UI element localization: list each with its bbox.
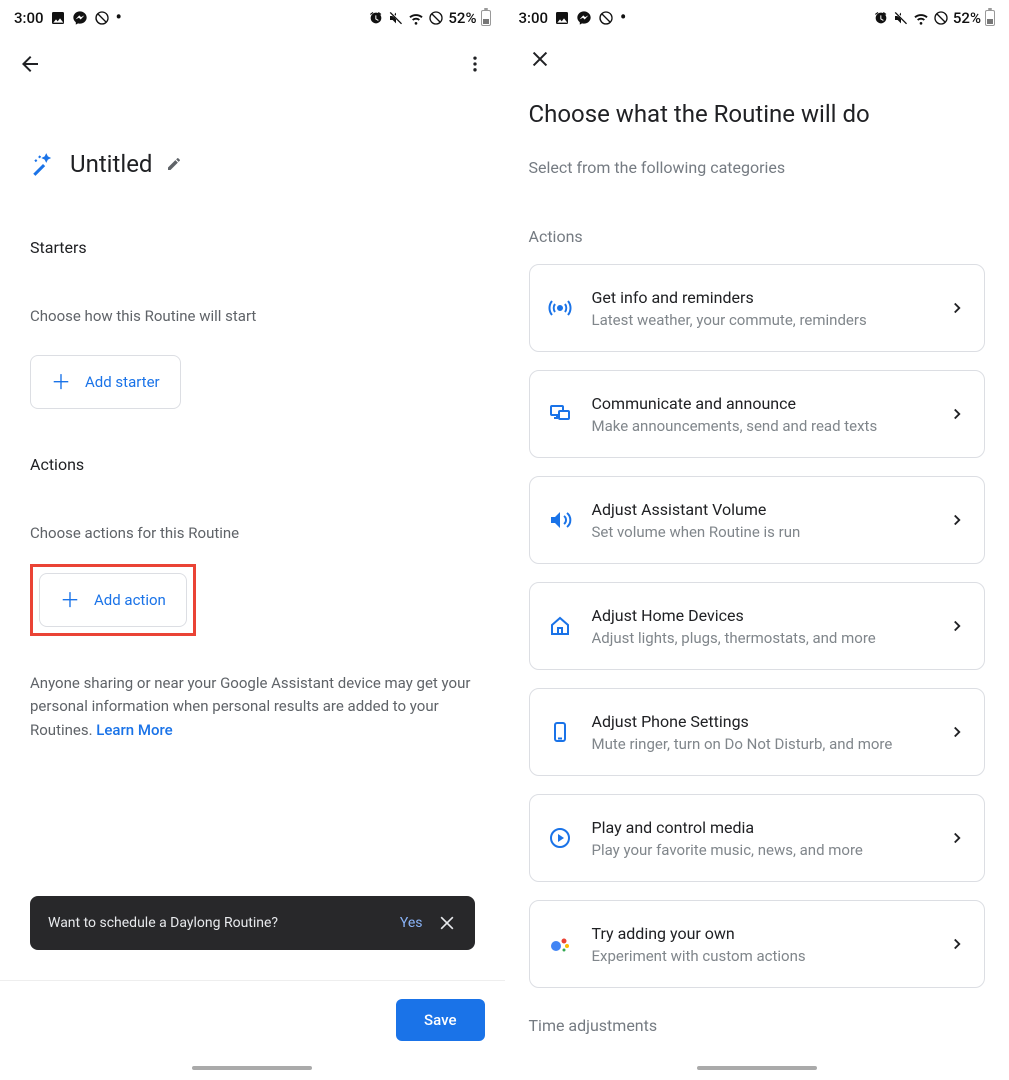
chevron-right-icon [948, 617, 966, 635]
add-starter-label: Add starter [85, 373, 160, 391]
add-starter-button[interactable]: ＋ Add starter [30, 355, 181, 409]
toast-message: Want to schedule a Daylong Routine? [48, 915, 278, 931]
chevron-right-icon [948, 405, 966, 423]
actions-section-label: Actions [30, 455, 475, 474]
image-icon [554, 10, 570, 26]
broadcast-icon [548, 296, 572, 320]
circle-slash-icon [598, 10, 614, 26]
chat-icon [548, 402, 572, 426]
footer-bar: Save [0, 980, 505, 1080]
card-desc: Adjust lights, plugs, thermostats, and m… [592, 629, 929, 647]
routine-title: Untitled [70, 150, 152, 178]
back-button[interactable] [18, 52, 42, 76]
nav-handle [192, 1066, 312, 1070]
plus-icon: ＋ [60, 590, 80, 610]
card-title: Communicate and announce [592, 394, 929, 413]
battery-icon [985, 10, 995, 26]
learn-more-link[interactable]: Learn More [96, 721, 172, 739]
action-card-custom[interactable]: Try adding your own Experiment with custo… [529, 900, 986, 988]
plus-icon: ＋ [51, 372, 71, 392]
actions-category-label: Actions [529, 227, 986, 246]
status-bar: 3:00 • 52% [0, 0, 505, 36]
status-bar: 3:00 • 52% [505, 0, 1009, 36]
chevron-right-icon [948, 829, 966, 847]
tutorial-highlight: ＋ Add action [30, 564, 196, 636]
card-title: Adjust Home Devices [592, 606, 929, 625]
card-desc: Play your favorite music, news, and more [592, 841, 929, 859]
toast-yes-button[interactable]: Yes [400, 915, 423, 931]
battery-icon [481, 10, 491, 26]
circle-slash-icon [94, 10, 110, 26]
dnd-icon [428, 10, 444, 26]
messenger-icon [72, 10, 88, 26]
close-button[interactable] [529, 48, 553, 72]
battery-percent: 52% [448, 9, 476, 27]
add-action-button[interactable]: ＋ Add action [39, 573, 187, 627]
wand-icon [30, 151, 56, 177]
page-title: Choose what the Routine will do [529, 100, 986, 128]
action-card-home-devices[interactable]: Adjust Home Devices Adjust lights, plugs,… [529, 582, 986, 670]
card-title: Adjust Assistant Volume [592, 500, 929, 519]
time-adjustments-label: Time adjustments [529, 1016, 986, 1035]
overflow-menu-button[interactable] [463, 52, 487, 76]
card-desc: Mute ringer, turn on Do Not Disturb, and… [592, 735, 929, 753]
card-desc: Make announcements, send and read texts [592, 417, 929, 435]
actions-section-sub: Choose actions for this Routine [30, 524, 475, 542]
messenger-icon [576, 10, 592, 26]
edit-title-button[interactable] [166, 156, 182, 172]
action-card-communicate[interactable]: Communicate and announce Make announcemen… [529, 370, 986, 458]
card-desc: Experiment with custom actions [592, 947, 929, 965]
card-desc: Set volume when Routine is run [592, 523, 929, 541]
nav-handle [697, 1066, 817, 1070]
mute-icon [388, 10, 404, 26]
chevron-right-icon [948, 723, 966, 741]
action-card-media[interactable]: Play and control media Play your favorite… [529, 794, 986, 882]
card-title: Get info and reminders [592, 288, 929, 307]
toast-close-button[interactable] [437, 913, 457, 933]
card-desc: Latest weather, your commute, reminders [592, 311, 929, 329]
card-title: Adjust Phone Settings [592, 712, 929, 731]
chevron-right-icon [948, 935, 966, 953]
alarm-icon [873, 10, 889, 26]
card-title: Try adding your own [592, 924, 929, 943]
play-circle-icon [548, 826, 572, 850]
dnd-icon [933, 10, 949, 26]
chevron-right-icon [948, 299, 966, 317]
chevron-right-icon [948, 511, 966, 529]
add-action-label: Add action [94, 591, 166, 609]
disclaimer-text: Anyone sharing or near your Google Assis… [30, 672, 475, 742]
action-card-phone-settings[interactable]: Adjust Phone Settings Mute ringer, turn o… [529, 688, 986, 776]
status-time: 3:00 [14, 9, 44, 27]
volume-icon [548, 508, 572, 532]
card-title: Play and control media [592, 818, 929, 837]
more-notifications-dot: • [620, 9, 626, 27]
wifi-icon [913, 10, 929, 26]
save-button[interactable]: Save [396, 999, 484, 1041]
starters-section-sub: Choose how this Routine will start [30, 307, 475, 325]
routine-title-row: Untitled [30, 150, 475, 178]
assistant-icon [548, 932, 572, 956]
action-card-get-info[interactable]: Get info and reminders Latest weather, yo… [529, 264, 986, 352]
mute-icon [893, 10, 909, 26]
image-icon [50, 10, 66, 26]
app-bar [0, 36, 505, 92]
page-subtitle: Select from the following categories [529, 158, 986, 177]
wifi-icon [408, 10, 424, 26]
daylong-routine-toast: Want to schedule a Daylong Routine? Yes [30, 896, 475, 950]
battery-percent: 52% [953, 9, 981, 27]
status-time: 3:00 [519, 9, 549, 27]
phone-icon [548, 720, 572, 744]
action-card-volume[interactable]: Adjust Assistant Volume Set volume when R… [529, 476, 986, 564]
starters-section-label: Starters [30, 238, 475, 257]
home-icon [548, 614, 572, 638]
more-notifications-dot: • [116, 9, 122, 27]
alarm-icon [368, 10, 384, 26]
